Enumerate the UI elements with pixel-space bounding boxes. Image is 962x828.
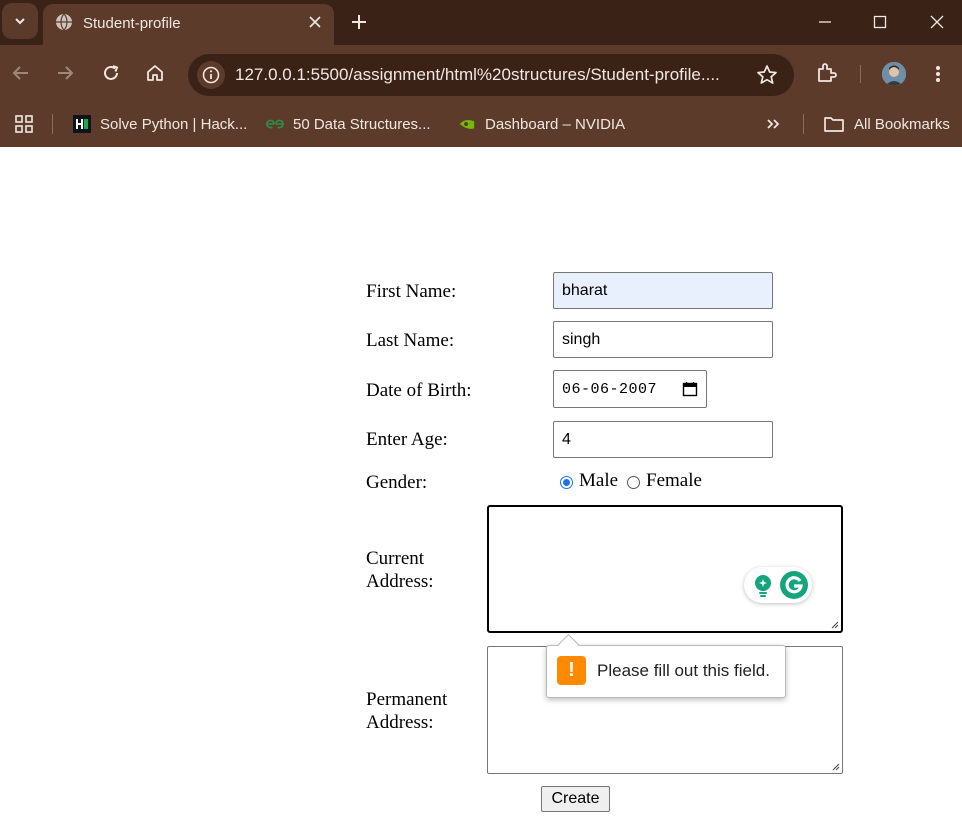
validation-message: Please fill out this field. [597,661,770,680]
gender-female-label: Female [646,470,702,491]
more-bookmarks-button[interactable] [765,113,781,135]
warning-icon: ! [557,656,586,685]
back-button[interactable] [6,58,36,88]
info-icon [202,66,220,84]
tooltip-arrow [557,633,580,656]
gender-label: Gender: [366,472,428,493]
current-address-label-line2: Address: [366,571,434,592]
geeksforgeeks-icon [266,115,284,133]
tab-student-profile[interactable]: Student-profile [43,4,334,45]
minimize-icon [819,21,831,23]
all-bookmarks-button[interactable]: All Bookmarks [823,113,950,135]
toolbar-divider [860,65,861,83]
last-name-label: Last Name: [366,330,455,351]
dob-label: Date of Birth: [366,380,472,401]
lightbulb-icon [755,575,771,597]
bookmark-label: Solve Python | Hack... [100,115,248,133]
maximize-button[interactable] [865,8,895,36]
profile-avatar[interactable] [882,62,906,86]
age-input[interactable]: 4 [553,421,773,458]
first-name-input[interactable]: bharat [553,272,773,309]
last-name-value: singh [562,330,601,348]
dob-value: 06-06-2007 [562,380,658,398]
resize-handle-icon[interactable] [830,620,839,629]
gender-male-label: Male [579,470,619,491]
close-icon [309,16,321,28]
url-text: 127.0.0.1:5500/assignment/html%20structu… [235,65,720,84]
reload-button[interactable] [96,58,126,88]
permanent-address-label-line2: Address: [366,712,434,733]
site-info-button[interactable] [197,61,225,89]
tab-strip: Student-profile [0,0,962,45]
bookmarks-bar: Solve Python | Hack... 50 Data Structure… [0,101,962,147]
maximize-icon [873,15,887,29]
dob-input[interactable]: 06-06-2007 [553,370,707,408]
bookmarks-divider [52,114,53,134]
avatar-icon [882,62,906,86]
reload-icon [104,65,119,80]
browser-toolbar: 127.0.0.1:5500/assignment/html%20structu… [0,45,962,101]
first-name-label: First Name: [366,281,457,302]
grammarly-icon [780,571,808,599]
forward-button[interactable] [50,58,80,88]
bookmark-star-icon[interactable] [756,64,778,86]
resize-handle-icon[interactable] [831,762,840,771]
bookmarks-divider [803,114,804,134]
first-name-value: bharat [562,281,608,299]
browser-menu-button[interactable] [930,62,946,86]
create-button[interactable]: Create [541,786,610,812]
double-chevron-right-icon [767,119,780,129]
bookmark-geeksforgeeks[interactable]: 50 Data Structures... [266,113,431,135]
bookmark-nvidia[interactable]: Dashboard – NVIDIA [458,113,625,135]
validation-tooltip: ! Please fill out this field. [546,633,786,698]
tab-search-button[interactable] [2,3,38,39]
apps-grid-icon [15,115,33,133]
apps-button[interactable] [14,113,34,135]
globe-icon [56,13,72,31]
arrow-left-icon [12,66,28,80]
gender-male-radio[interactable] [560,476,573,489]
calendar-icon[interactable] [682,381,698,397]
gender-female-radio[interactable] [627,476,640,489]
chevron-down-icon [15,18,25,25]
home-icon [147,65,163,81]
folder-icon [823,115,845,133]
tab-title: Student-profile [83,15,181,32]
hackerrank-icon [73,115,91,133]
age-value: 4 [562,430,571,448]
home-button[interactable] [140,58,170,88]
address-bar[interactable]: 127.0.0.1:5500/assignment/html%20structu… [188,54,794,96]
age-label: Enter Age: [366,429,448,450]
grammarly-widget[interactable] [744,567,812,603]
bookmark-label: 50 Data Structures... [293,115,431,133]
permanent-address-label-line1: Permanent [366,689,448,710]
bookmark-hackerrank[interactable]: Solve Python | Hack... [73,113,247,135]
arrow-right-icon [58,66,74,80]
current-address-label-line1: Current [366,548,425,569]
window-close-button[interactable] [922,8,952,36]
tab-close-button[interactable] [304,11,326,33]
minimize-button[interactable] [810,8,840,36]
last-name-input[interactable]: singh [553,321,773,358]
extensions-icon[interactable] [815,61,839,85]
close-icon [930,15,944,29]
nvidia-icon [458,115,476,133]
all-bookmarks-label: All Bookmarks [854,115,950,133]
new-tab-button[interactable] [346,9,372,35]
bookmark-label: Dashboard – NVIDIA [485,115,626,133]
plus-icon [352,15,366,29]
more-vertical-icon [936,66,940,82]
